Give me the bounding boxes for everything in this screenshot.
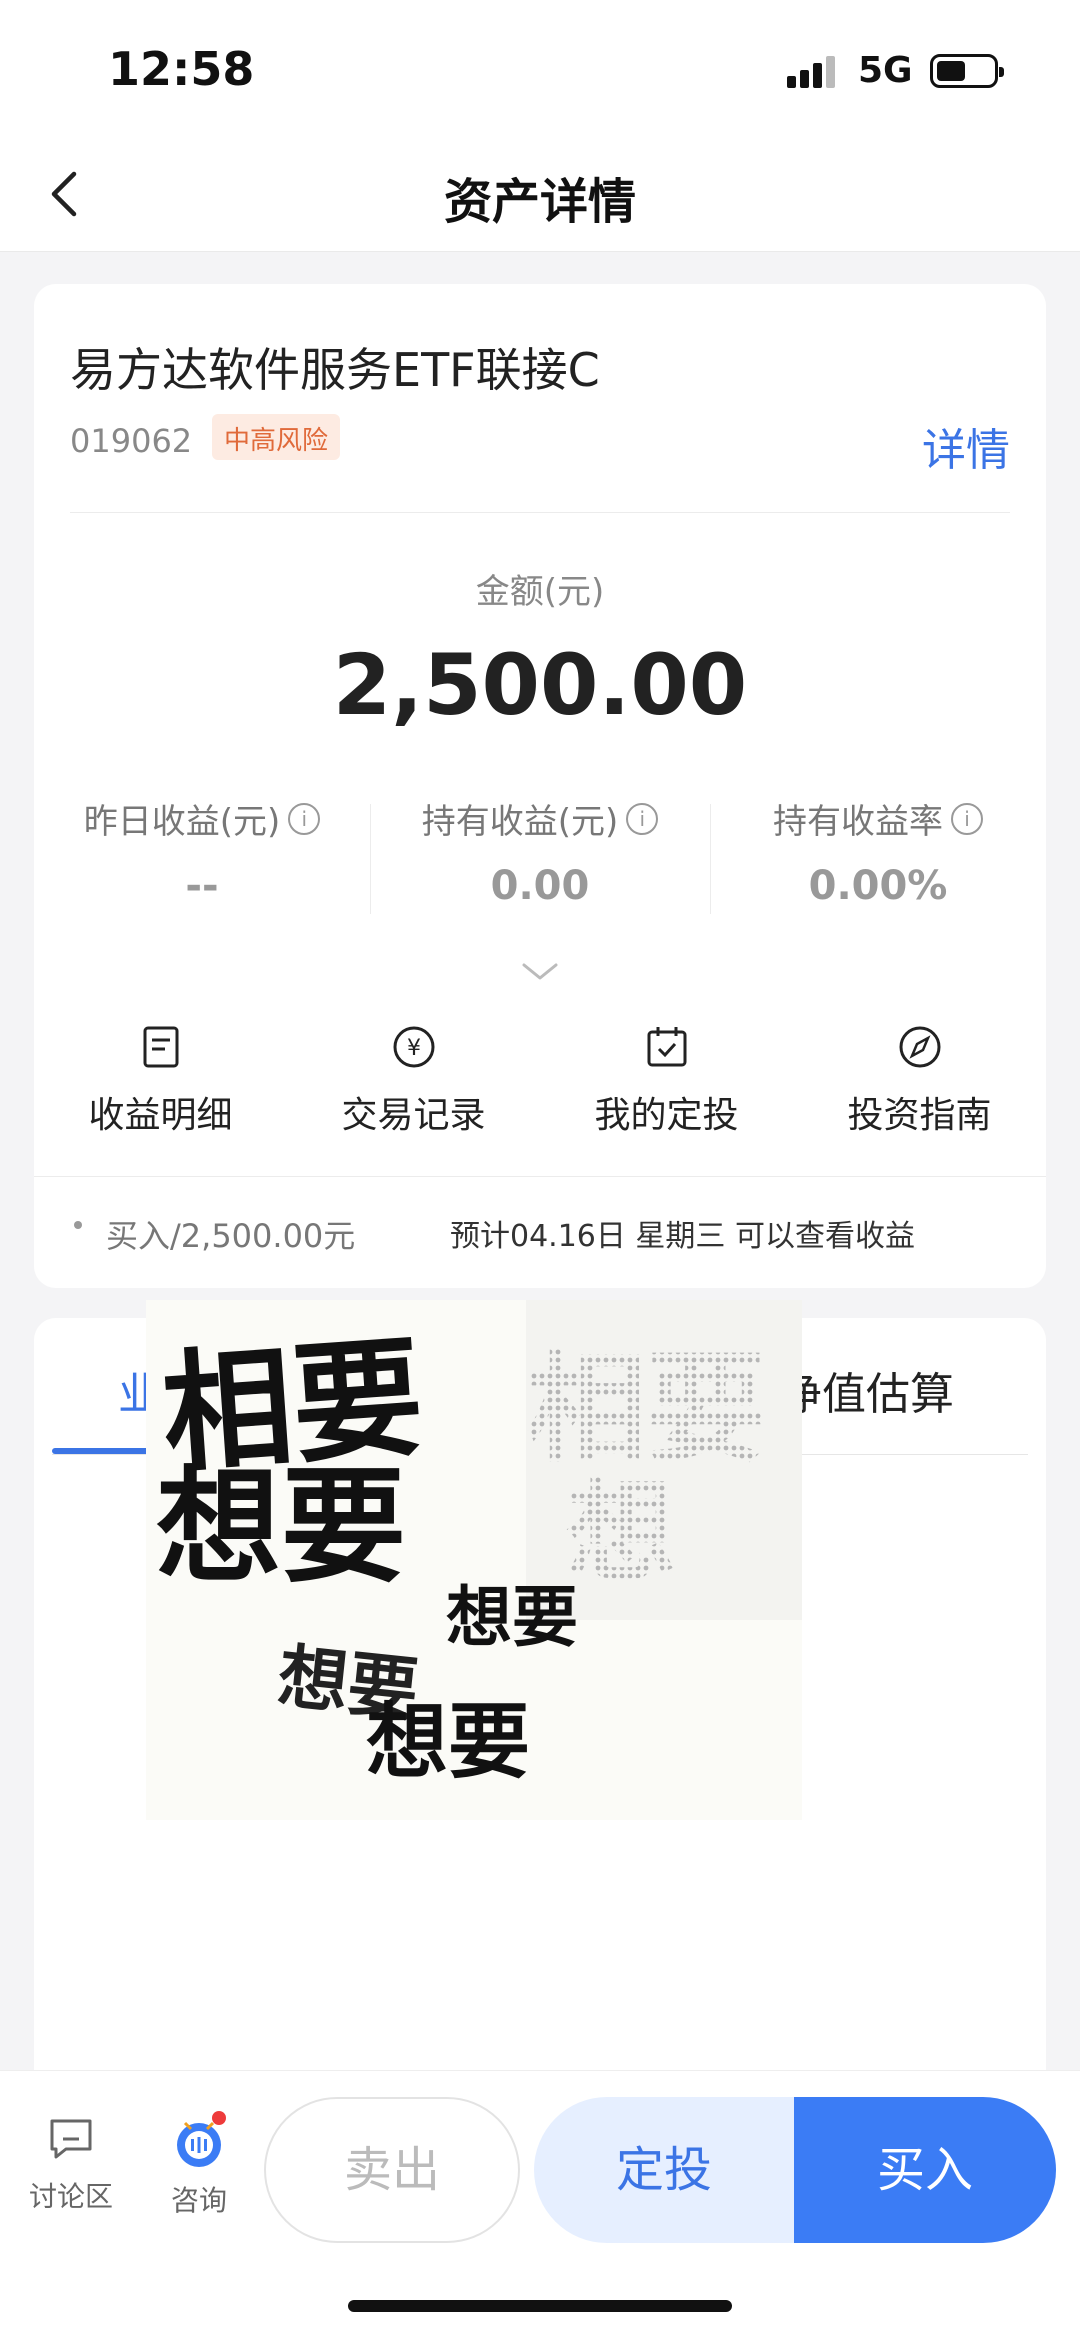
stat-holding-earnings: 持有收益(元) i 0.00	[372, 794, 708, 914]
page-title: 资产详情	[443, 174, 636, 230]
sticker-text: 相要 想要 想要 想要 想要 相要 想	[156, 1321, 766, 1790]
signal-icon	[787, 56, 837, 88]
bullet-dot	[74, 1221, 82, 1229]
status-bar: 12:58 5G	[0, 0, 1080, 140]
fund-summary-card: 易方达软件服务ETF联接C 019062 中高风险 详情 金额(元) 2,500…	[34, 284, 1046, 1288]
stat-label: 持有收益(元)	[421, 802, 619, 842]
action-label: 我的定投	[594, 1095, 739, 1136]
amount-label: 金额(元)	[475, 572, 605, 612]
stat-value: 0.00	[490, 863, 590, 909]
pending-buy-info: 买入/2,500.00元 预计04.16日 星期三 可以查看收益	[34, 1176, 1046, 1288]
divider	[370, 804, 371, 914]
fund-detail-link[interactable]: 详情	[922, 414, 1010, 478]
discussion-button[interactable]: 讨论区	[16, 2115, 126, 2215]
status-time: 12:58	[108, 42, 255, 96]
auto-invest-button[interactable]: 定投	[534, 2097, 794, 2243]
nav-bar: 资产详情	[0, 140, 1080, 252]
expected-earnings-date: 预计04.16日 星期三 可以查看收益	[450, 1219, 915, 1254]
fund-name: 易方达软件服务ETF联接C	[70, 343, 600, 397]
stat-value: 0.00%	[808, 863, 948, 909]
quick-actions: 收益明细 ¥ 交易记录 我的定投 投资指南	[34, 1024, 1046, 1174]
risk-badge: 中高风险	[212, 414, 341, 460]
svg-text:¥: ¥	[407, 1036, 421, 1061]
sticker-word: 想	[566, 1468, 676, 1596]
info-icon[interactable]: i	[626, 802, 659, 835]
bottom-action-bar: 讨论区 咨询 卖出 定投 买入	[0, 2070, 1080, 2337]
buy-record: 买入/2,500.00元	[106, 1217, 356, 1255]
calendar-check-icon	[647, 1027, 686, 1067]
divider	[70, 512, 1010, 513]
discussion-label: 讨论区	[28, 2180, 113, 2213]
consult-label: 咨询	[170, 2184, 227, 2217]
sticker-word: 想要	[446, 1579, 578, 1656]
earnings-stats: 昨日收益(元) i -- 持有收益(元) i 0.00 持有收益率 i 0.00%	[34, 794, 1046, 914]
consult-button[interactable]: 咨询	[144, 2111, 254, 2219]
stat-value: --	[185, 863, 219, 909]
home-indicator[interactable]	[348, 2300, 732, 2312]
fund-code: 019062	[70, 422, 193, 460]
buy-button[interactable]: 买入	[794, 2097, 1056, 2243]
action-label: 交易记录	[341, 1095, 486, 1136]
stat-yesterday-earnings: 昨日收益(元) i --	[34, 794, 370, 914]
network-label: 5G	[858, 50, 913, 91]
action-earnings-detail[interactable]: 收益明细	[34, 1024, 287, 1174]
action-label: 投资指南	[847, 1095, 992, 1136]
sell-button[interactable]: 卖出	[264, 2097, 520, 2243]
action-investment-guide[interactable]: 投资指南	[793, 1024, 1046, 1174]
tab-nav-estimate[interactable]: 净值估算	[778, 1358, 954, 1422]
sticker-word: 想要	[366, 1695, 530, 1790]
sticker-word: 想要	[156, 1455, 406, 1600]
document-icon	[143, 1026, 178, 1068]
chevron-down-icon[interactable]	[520, 960, 560, 984]
action-label: 收益明细	[88, 1095, 233, 1136]
amount-value: 2,500.00	[332, 636, 748, 734]
battery-icon	[930, 54, 1004, 88]
compass-icon	[899, 1026, 940, 1068]
sticker-word: 相要	[526, 1340, 766, 1479]
stat-holding-yield: 持有收益率 i 0.00%	[710, 794, 1046, 914]
action-my-plans[interactable]: 我的定投	[540, 1024, 793, 1174]
yen-icon: ¥	[393, 1026, 434, 1068]
chat-icon	[50, 2119, 92, 2159]
asset-detail-page: 12:58 5G 资产详情 易方达软件服务ETF联接C 019062 中高风险 …	[0, 0, 1080, 2337]
notification-dot	[212, 2111, 226, 2125]
info-icon[interactable]: i	[288, 802, 321, 835]
action-transaction-records[interactable]: ¥ 交易记录	[287, 1024, 540, 1174]
info-icon[interactable]: i	[951, 802, 983, 835]
stat-label: 持有收益率	[773, 802, 943, 842]
stat-label: 昨日收益(元)	[83, 802, 281, 842]
